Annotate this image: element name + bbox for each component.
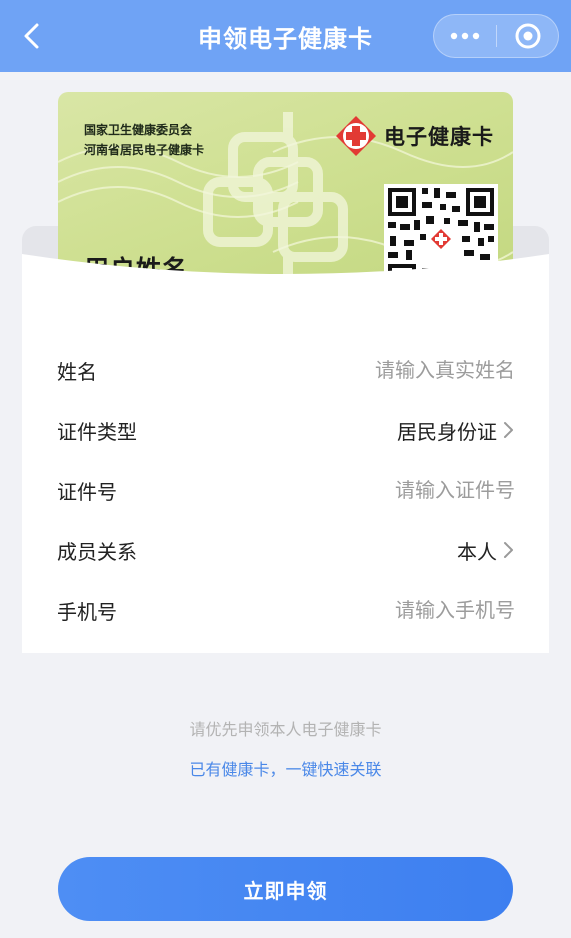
relation-label: 成员关系 bbox=[57, 539, 137, 564]
relation-value: 本人 bbox=[457, 539, 497, 564]
card-logo-text: 电子健康卡 bbox=[384, 125, 494, 149]
name-input[interactable] bbox=[295, 358, 515, 382]
link-existing-card[interactable]: 已有健康卡，一键快速关联 bbox=[0, 756, 571, 780]
card-issuer: 国家卫生健康委员会 河南省居民电子健康卡 bbox=[84, 120, 204, 160]
self-apply-hint: 请优先申领本人电子健康卡 bbox=[189, 720, 382, 739]
chevron-right-icon bbox=[503, 420, 515, 440]
id-type-label: 证件类型 bbox=[57, 419, 137, 444]
card-logo: 电子健康卡 bbox=[334, 114, 494, 158]
id-type-value: 居民身份证 bbox=[397, 419, 497, 444]
issuer-line-2: 河南省居民电子健康卡 bbox=[84, 143, 205, 157]
phone-input-wrapper bbox=[295, 598, 515, 622]
id-number-input-wrapper bbox=[295, 478, 515, 502]
name-label: 姓名 bbox=[57, 359, 97, 384]
relation-row[interactable]: 成员关系 本人 bbox=[22, 520, 549, 580]
nav-bar: 申领电子健康卡 bbox=[0, 0, 571, 72]
close-button[interactable] bbox=[497, 15, 559, 57]
phone-row: 手机号 bbox=[22, 580, 549, 640]
mini-program-capsule bbox=[433, 14, 559, 58]
phone-label: 手机号 bbox=[57, 599, 117, 624]
id-type-row[interactable]: 证件类型 居民身份证 bbox=[22, 400, 549, 460]
name-row: 姓名 bbox=[22, 340, 549, 400]
issuer-line-1: 国家卫生健康委员会 bbox=[84, 123, 193, 137]
more-dots-icon bbox=[450, 32, 480, 40]
target-close-icon bbox=[515, 23, 541, 49]
id-number-row: 证件号 bbox=[22, 460, 549, 520]
id-number-label: 证件号 bbox=[57, 479, 117, 504]
chevron-right-icon bbox=[503, 540, 515, 560]
id-type-selector[interactable]: 居民身份证 bbox=[397, 416, 515, 445]
apply-button[interactable]: 立即申领 bbox=[58, 857, 513, 921]
name-input-wrapper bbox=[295, 358, 515, 382]
id-number-input[interactable] bbox=[295, 478, 515, 502]
more-button[interactable] bbox=[434, 15, 496, 57]
red-cross-icon bbox=[336, 116, 376, 156]
phone-input[interactable] bbox=[295, 598, 515, 622]
relation-selector[interactable]: 本人 bbox=[457, 536, 515, 565]
